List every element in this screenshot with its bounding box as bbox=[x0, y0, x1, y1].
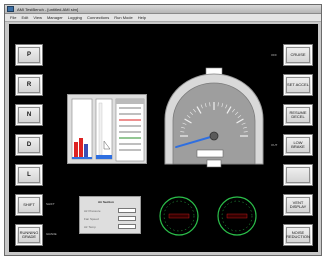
menu-edit[interactable]: Edit bbox=[21, 15, 28, 20]
cruise-side-label: OFF bbox=[271, 53, 277, 57]
running-grade-label: RUNNING GRADE bbox=[19, 230, 39, 239]
odometer-box bbox=[196, 149, 224, 158]
vent-display-label: VENT DISPLAY bbox=[289, 200, 307, 209]
menu-view[interactable]: View bbox=[33, 15, 42, 20]
gear-n-label: N bbox=[26, 112, 32, 118]
shift-side-label: SHIFT bbox=[46, 202, 55, 206]
temperature-graphic bbox=[71, 98, 145, 162]
noise-reduction-button[interactable]: NOISE REDUCTION bbox=[283, 224, 313, 246]
running-grade-button[interactable]: RUNNING GRADE bbox=[15, 224, 43, 246]
low-brake-label: LOW BRAKE bbox=[291, 140, 305, 149]
vent-display-button[interactable]: VENT DISPLAY bbox=[283, 194, 313, 216]
grade-side-label: GRADE bbox=[46, 232, 57, 236]
air-section-panel: Air Section Air Pressure Fan Speed Air T… bbox=[79, 196, 141, 234]
trip-box bbox=[206, 159, 222, 168]
gear-n-button[interactable]: N bbox=[15, 104, 43, 126]
blank-button[interactable] bbox=[283, 164, 313, 186]
speedometer-hub bbox=[209, 131, 219, 141]
menu-bar: File Edit View Manager Logging Connectio… bbox=[5, 14, 321, 22]
gear-d-label: D bbox=[26, 142, 32, 148]
gear-l-button[interactable]: L bbox=[15, 164, 43, 186]
right-round-gauge bbox=[217, 196, 257, 236]
air-row-label: Fan Speed bbox=[84, 217, 99, 221]
gear-d-button[interactable]: D bbox=[15, 134, 43, 156]
speedometer bbox=[164, 67, 264, 168]
gear-p-button[interactable]: P bbox=[15, 44, 43, 66]
left-round-gauge bbox=[159, 196, 199, 236]
menu-file[interactable]: File bbox=[10, 15, 16, 20]
gear-r-label: R bbox=[26, 82, 32, 88]
gear-l-label: L bbox=[27, 172, 31, 178]
gear-r-button[interactable]: R bbox=[15, 74, 43, 96]
app-window: AMI TestBench - [untitled.AMI sim] File … bbox=[4, 4, 322, 256]
air-pressure-field[interactable] bbox=[118, 208, 136, 213]
shift-button[interactable]: SHIFT bbox=[15, 194, 43, 216]
title-bar: AMI TestBench - [untitled.AMI sim] bbox=[5, 5, 321, 14]
air-temp-field[interactable] bbox=[118, 224, 136, 229]
cruise-label: CRUISE bbox=[290, 52, 306, 57]
menu-help[interactable]: Help bbox=[138, 15, 146, 20]
menu-logging[interactable]: Logging bbox=[68, 15, 82, 20]
gear-p-label: P bbox=[26, 52, 31, 58]
set-accel-label: SET ACCEL bbox=[287, 82, 309, 87]
noise-reduction-label: NOISE REDUCTION bbox=[286, 230, 310, 239]
air-row-label: Air Pressure bbox=[84, 209, 101, 213]
menu-manager[interactable]: Manager bbox=[47, 15, 63, 20]
cruise-button[interactable]: CRUISE bbox=[283, 44, 313, 66]
temperature-panel bbox=[67, 94, 147, 164]
air-section-title: Air Section bbox=[98, 200, 114, 204]
resume-decel-label: RESUME DECEL bbox=[289, 110, 307, 119]
menu-connections[interactable]: Connections bbox=[87, 15, 109, 20]
app-icon bbox=[7, 6, 14, 12]
resume-decel-button[interactable]: RESUME DECEL bbox=[283, 104, 313, 126]
low-brake-button[interactable]: LOW BRAKE bbox=[283, 134, 313, 156]
fan-speed-field[interactable] bbox=[118, 216, 136, 221]
dashboard-canvas: P R N D L SHIFT RUNNING GRADE SHIFT GRAD… bbox=[9, 24, 318, 252]
air-row-label: Air Temp bbox=[84, 225, 96, 229]
brake-side-label: OUT bbox=[271, 143, 278, 147]
menu-run-mode[interactable]: Run Mode bbox=[114, 15, 132, 20]
window-title: AMI TestBench - [untitled.AMI sim] bbox=[17, 6, 79, 12]
set-accel-button[interactable]: SET ACCEL bbox=[283, 74, 313, 96]
shift-label: SHIFT bbox=[23, 202, 35, 207]
